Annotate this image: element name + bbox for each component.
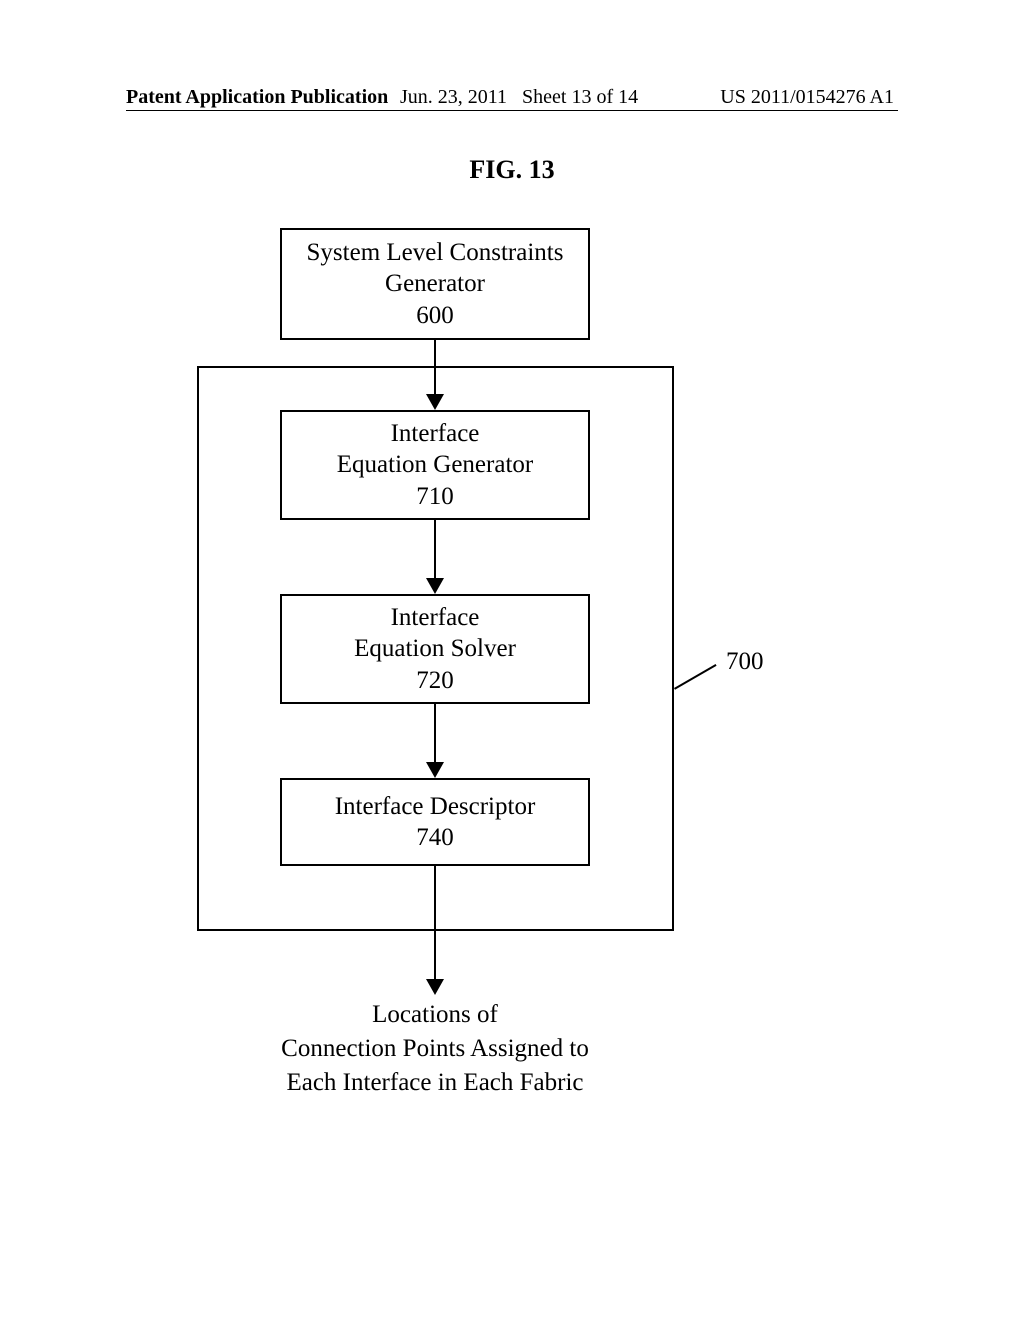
arrow-720-to-740-head bbox=[426, 762, 444, 778]
box740-num: 740 bbox=[416, 822, 454, 853]
box600-line1: System Level Constraints bbox=[307, 237, 564, 268]
box-system-level-constraints-generator: System Level Constraints Generator 600 bbox=[280, 228, 590, 340]
arrow-740-to-output-head bbox=[426, 979, 444, 995]
figure-title: FIG. 13 bbox=[0, 155, 1024, 185]
box740-line1: Interface Descriptor bbox=[335, 791, 536, 822]
header-rule bbox=[126, 110, 898, 111]
box600-line2: Generator bbox=[385, 268, 485, 299]
output-line1: Locations of bbox=[235, 998, 635, 1032]
box710-num: 710 bbox=[416, 481, 454, 512]
arrow-710-to-720-line bbox=[434, 520, 436, 580]
header-sheet: Sheet 13 of 14 bbox=[522, 86, 638, 108]
header-date: Jun. 23, 2011 bbox=[400, 86, 507, 108]
arrow-720-to-740-line bbox=[434, 704, 436, 764]
output-text: Locations of Connection Points Assigned … bbox=[235, 998, 635, 1099]
output-line3: Each Interface in Each Fabric bbox=[235, 1066, 635, 1100]
ref-label-700: 700 bbox=[726, 648, 764, 676]
header-docnum: US 2011/0154276 A1 bbox=[720, 86, 894, 109]
leader-700 bbox=[674, 664, 717, 690]
box600-num: 600 bbox=[416, 300, 454, 331]
box-interface-descriptor: Interface Descriptor 740 bbox=[280, 778, 590, 866]
box-interface-equation-generator: Interface Equation Generator 710 bbox=[280, 410, 590, 520]
box720-line1: Interface bbox=[391, 602, 480, 633]
box720-num: 720 bbox=[416, 665, 454, 696]
arrow-740-to-output-line bbox=[434, 866, 436, 981]
box710-line2: Equation Generator bbox=[337, 449, 533, 480]
header-date-sheet: Jun. 23, 2011 Sheet 13 of 14 bbox=[400, 86, 638, 109]
arrow-710-to-720-head bbox=[426, 578, 444, 594]
box-interface-equation-solver: Interface Equation Solver 720 bbox=[280, 594, 590, 704]
output-line2: Connection Points Assigned to bbox=[235, 1032, 635, 1066]
box710-line1: Interface bbox=[391, 418, 480, 449]
box720-line2: Equation Solver bbox=[354, 633, 516, 664]
header-publication-type: Patent Application Publication bbox=[126, 86, 388, 109]
page: Patent Application Publication Jun. 23, … bbox=[0, 0, 1024, 1320]
